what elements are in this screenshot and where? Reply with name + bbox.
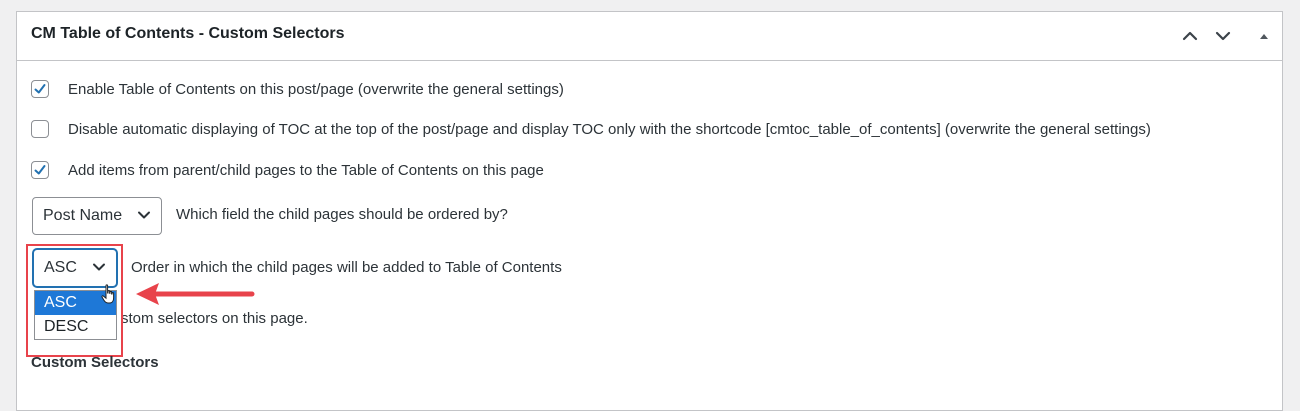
order-field-value: Post Name (43, 207, 123, 224)
panel-header: CM Table of Contents - Custom Selectors (17, 12, 1282, 61)
order-field-label: Which field the child pages should be or… (176, 206, 508, 223)
option-disable-auto-toc: Disable automatic displaying of TOC at t… (31, 120, 1151, 138)
order-direction-select[interactable]: ASC (33, 249, 117, 287)
dropdown-option-desc[interactable]: DESC (35, 315, 116, 339)
order-direction-value: ASC (44, 259, 77, 276)
pointer-arrow-icon (134, 280, 256, 315)
order-direction-label: Order in which the child pages will be a… (131, 259, 562, 276)
collapse-triangle-icon (1259, 32, 1269, 40)
toggle-panel-button[interactable] (1254, 26, 1274, 46)
section-title-custom-selectors: Custom Selectors (31, 354, 159, 371)
panel-title: CM Table of Contents - Custom Selectors (31, 25, 345, 42)
chevron-down-icon (137, 207, 151, 225)
enable-toc-checkbox[interactable] (31, 80, 49, 98)
add-parent-child-label: Add items from parent/child pages to the… (68, 161, 544, 179)
chevron-up-icon (1182, 30, 1198, 42)
option-enable-toc: Enable Table of Contents on this post/pa… (31, 80, 564, 98)
option-add-parent-child: Add items from parent/child pages to the… (31, 161, 544, 179)
move-down-button[interactable] (1213, 26, 1233, 46)
enable-toc-label: Enable Table of Contents on this post/pa… (68, 80, 564, 98)
order-field-select[interactable]: Post Name (32, 197, 162, 235)
chevron-down-icon (92, 259, 106, 277)
metabox-panel: CM Table of Contents - Custom Selectors … (16, 11, 1283, 411)
add-parent-child-checkbox[interactable] (31, 161, 49, 179)
checkmark-icon (34, 84, 46, 94)
move-up-button[interactable] (1180, 26, 1200, 46)
chevron-down-icon (1215, 30, 1231, 42)
checkmark-icon (34, 165, 46, 175)
disable-auto-toc-checkbox[interactable] (31, 120, 49, 138)
hand-cursor-icon (101, 284, 117, 311)
disable-auto-toc-label: Disable automatic displaying of TOC at t… (68, 120, 1151, 138)
